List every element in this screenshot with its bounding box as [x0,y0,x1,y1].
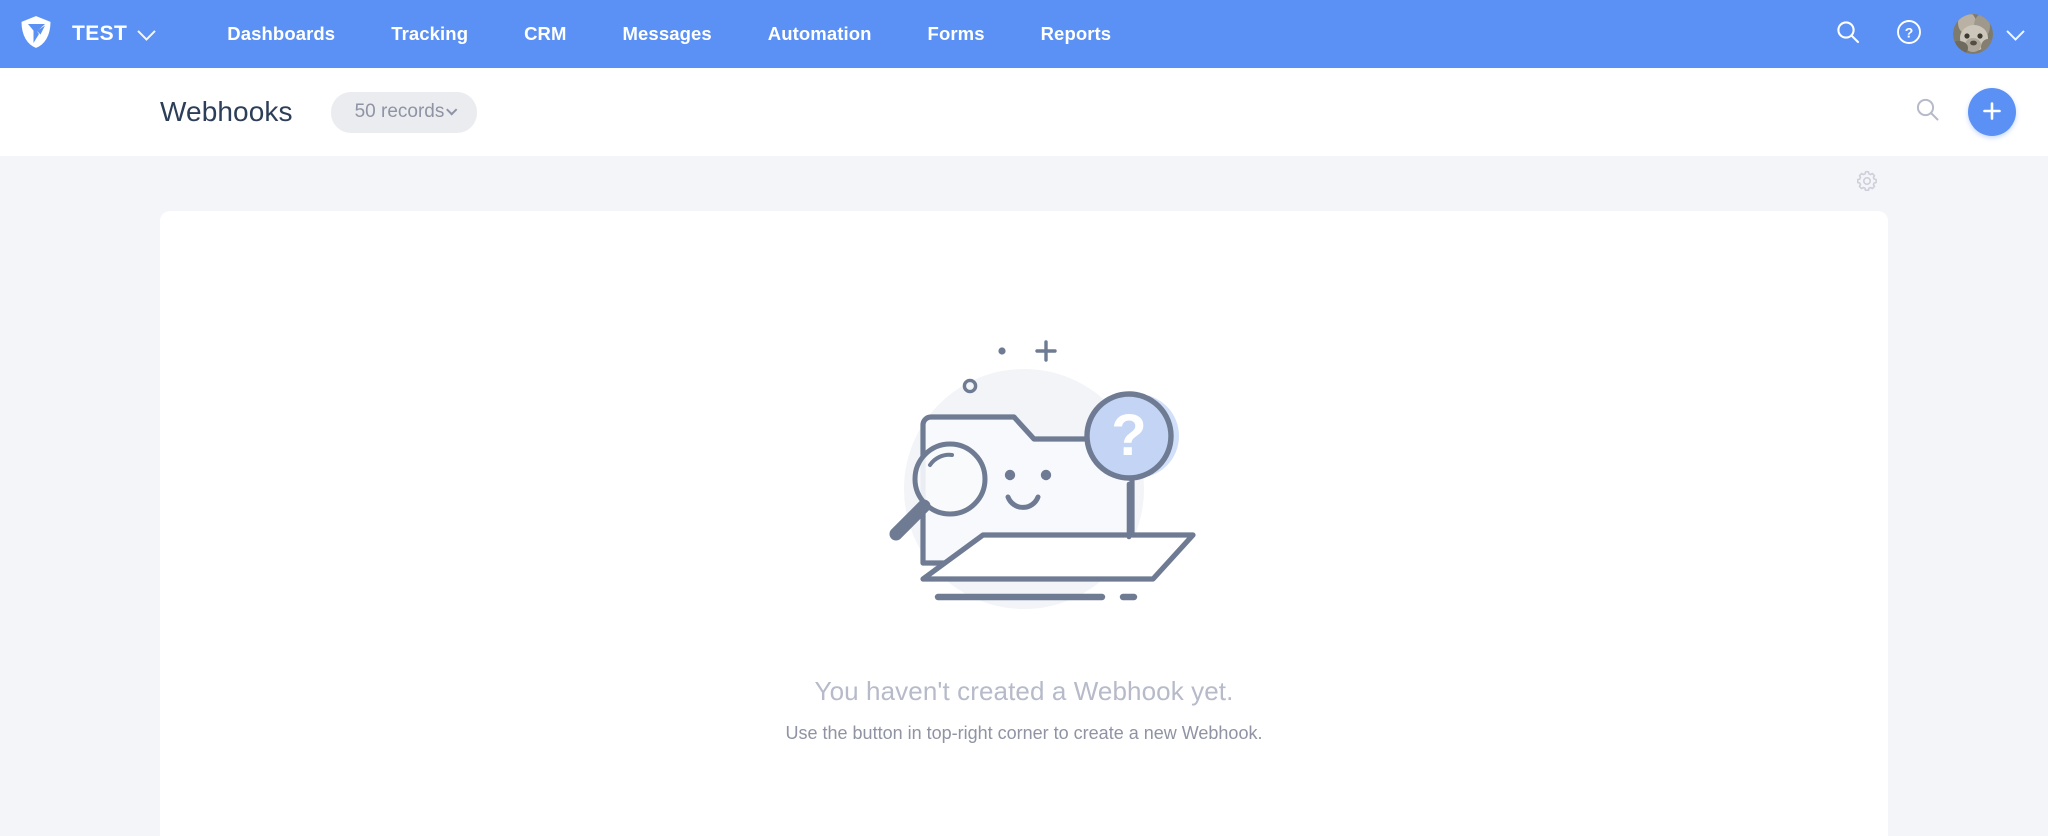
add-webhook-button[interactable] [1968,88,2016,136]
page-header-actions [1914,88,2016,136]
empty-state-subtitle: Use the button in top-right corner to cr… [785,723,1263,743]
question-circle-icon: ? [1896,19,1922,50]
plus-icon [1981,100,2003,125]
page-header: Webhooks 50 records [0,68,2048,156]
empty-state-title: You haven't created a Webhook yet. [814,676,1234,706]
page-title: Webhooks [160,96,293,127]
table-settings-button[interactable] [1852,169,1882,199]
shield-cube-logo-icon [19,14,53,55]
top-navbar: TEST Dashboards Tracking CRM Messages Au… [0,0,2048,68]
nav-item-crm[interactable]: CRM [496,15,594,53]
webhooks-card: ? You haven't created a Webhook yet. Use… [160,211,1888,836]
search-icon [1914,96,1941,128]
account-menu[interactable] [1953,14,2025,54]
global-search-button[interactable] [1831,17,1865,51]
nav-item-automation[interactable]: Automation [740,15,900,53]
gear-icon [1855,169,1879,198]
records-count-dropdown[interactable]: 50 records [330,91,478,133]
chevron-down-icon [2006,21,2025,41]
workspace-switcher[interactable]: TEST [66,18,159,50]
chevron-down-icon [446,103,458,116]
app-logo[interactable] [14,12,58,56]
nav-item-reports[interactable]: Reports [1013,15,1140,53]
svg-text:?: ? [1905,24,1914,40]
navbar-left: TEST Dashboards Tracking CRM Messages Au… [14,0,1139,68]
workspace-name: TEST [72,22,128,45]
plus-decoration [1035,340,1057,362]
content-area: ? You haven't created a Webhook yet. Use… [0,156,2048,836]
nav-item-messages[interactable]: Messages [595,15,740,53]
nav-item-forms[interactable]: Forms [900,15,1013,53]
primary-navigation: Dashboards Tracking CRM Messages Automat… [199,15,1139,53]
nav-item-tracking[interactable]: Tracking [363,15,496,53]
table-toolbar [160,156,1888,211]
nav-item-dashboards[interactable]: Dashboards [199,15,363,53]
avatar [1953,14,1993,54]
dot-decoration [998,347,1006,355]
page-search-button[interactable] [1914,96,1941,128]
chevron-down-icon [137,21,156,41]
search-icon [1835,19,1861,50]
empty-folder-magnifier-question-illustration: ? [834,329,1214,624]
navbar-right: ? [1831,14,2025,54]
records-count-label: 50 records [354,100,445,122]
svg-text:?: ? [1111,403,1146,468]
help-button[interactable]: ? [1892,17,1926,51]
